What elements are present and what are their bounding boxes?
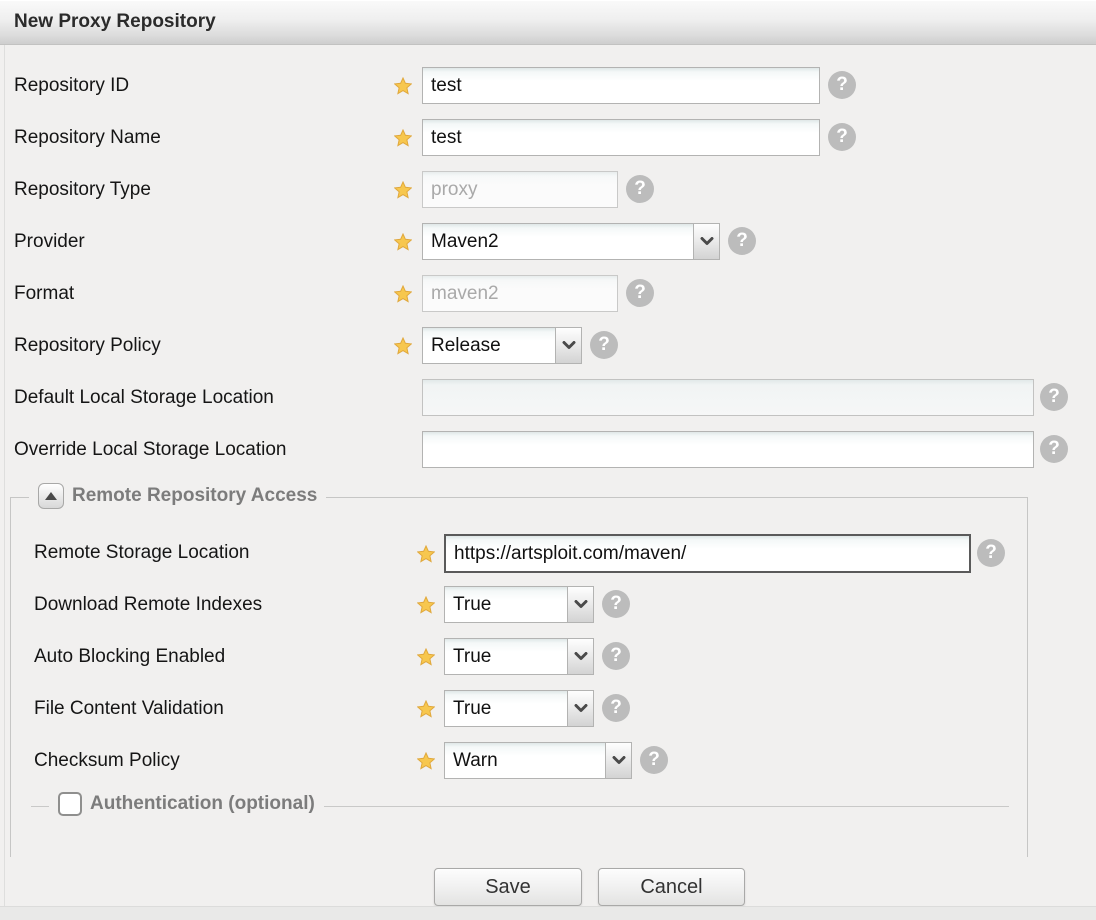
checksum-policy-help-icon[interactable]: ?: [640, 746, 668, 774]
chevron-down-icon[interactable]: [567, 639, 593, 674]
provider-selected-value: Maven2: [431, 231, 499, 252]
repository-policy-help-icon[interactable]: ?: [590, 331, 618, 359]
required-star-icon: [394, 181, 412, 199]
panel-bottom-edge: [0, 906, 1096, 920]
authentication-checkbox[interactable]: [58, 792, 82, 816]
repository-name-help-icon[interactable]: ?: [828, 123, 856, 151]
format-label: Format: [14, 283, 75, 304]
checksum-policy-label: Checksum Policy: [34, 750, 180, 771]
triangle-up-icon: [45, 492, 57, 500]
repository-name-label: Repository Name: [14, 127, 161, 148]
file-content-validation-select[interactable]: True: [444, 690, 594, 727]
override-local-storage-help-icon[interactable]: ?: [1040, 435, 1068, 463]
file-content-validation-label: File Content Validation: [34, 698, 224, 719]
panel-left-edge: [4, 45, 5, 920]
default-local-storage-help-icon[interactable]: ?: [1040, 383, 1068, 411]
chevron-down-icon[interactable]: [555, 328, 581, 363]
required-star-icon: [394, 77, 412, 95]
collapse-fieldset-button[interactable]: [38, 483, 64, 509]
panel-header: New Proxy Repository: [0, 0, 1096, 45]
required-star-icon: [394, 129, 412, 147]
auto-blocking-enabled-selected-value: True: [453, 646, 492, 667]
format-input: [422, 275, 618, 312]
chevron-down-icon[interactable]: [567, 691, 593, 726]
download-remote-indexes-label: Download Remote Indexes: [34, 594, 263, 615]
repository-policy-select[interactable]: Release: [422, 327, 582, 364]
remote-storage-label: Remote Storage Location: [34, 542, 250, 563]
repository-id-label: Repository ID: [14, 75, 130, 96]
save-button[interactable]: Save: [434, 868, 582, 906]
repository-type-label: Repository Type: [14, 179, 151, 200]
cancel-button[interactable]: Cancel: [598, 868, 745, 906]
repository-name-input[interactable]: [422, 119, 820, 156]
required-star-icon: [394, 233, 412, 251]
format-help-icon[interactable]: ?: [626, 279, 654, 307]
repository-policy-label: Repository Policy: [14, 335, 161, 356]
required-star-icon: [417, 700, 435, 718]
required-star-icon: [394, 285, 412, 303]
panel-title: New Proxy Repository: [14, 11, 216, 32]
provider-label: Provider: [14, 231, 85, 252]
repository-id-input[interactable]: [422, 67, 820, 104]
download-remote-indexes-selected-value: True: [453, 594, 492, 615]
authentication-legend: Authentication (optional): [49, 792, 324, 816]
repository-id-help-icon[interactable]: ?: [828, 71, 856, 99]
file-content-validation-selected-value: True: [453, 698, 492, 719]
remote-storage-help-icon[interactable]: ?: [977, 539, 1005, 567]
provider-select[interactable]: Maven2: [422, 223, 720, 260]
file-content-validation-help-icon[interactable]: ?: [602, 694, 630, 722]
required-star-icon: [417, 648, 435, 666]
download-remote-indexes-select[interactable]: True: [444, 586, 594, 623]
remote-repository-access-legend: Remote Repository Access: [29, 483, 327, 509]
checksum-policy-select[interactable]: Warn: [444, 742, 632, 779]
repository-policy-selected-value: Release: [431, 335, 501, 356]
authentication-title: Authentication (optional): [90, 793, 315, 814]
auto-blocking-enabled-label: Auto Blocking Enabled: [34, 646, 226, 667]
repository-type-help-icon[interactable]: ?: [626, 175, 654, 203]
checksum-policy-selected-value: Warn: [453, 750, 498, 771]
provider-help-icon[interactable]: ?: [728, 227, 756, 255]
auto-blocking-enabled-select[interactable]: True: [444, 638, 594, 675]
remote-repository-access-title: Remote Repository Access: [72, 485, 318, 506]
new-proxy-repository-panel: New Proxy Repository Repository ID ? Rep…: [0, 0, 1096, 920]
auto-blocking-enabled-help-icon[interactable]: ?: [602, 642, 630, 670]
override-local-storage-input[interactable]: [422, 431, 1034, 468]
remote-storage-input[interactable]: [444, 534, 971, 573]
chevron-down-icon[interactable]: [605, 743, 631, 778]
override-local-storage-label: Override Local Storage Location: [14, 439, 287, 460]
repository-type-input: [422, 171, 618, 208]
download-remote-indexes-help-icon[interactable]: ?: [602, 590, 630, 618]
required-star-icon: [417, 752, 435, 770]
default-local-storage-label: Default Local Storage Location: [14, 387, 274, 408]
required-star-icon: [417, 545, 435, 563]
default-local-storage-input[interactable]: [422, 379, 1034, 416]
required-star-icon: [417, 596, 435, 614]
required-star-icon: [394, 337, 412, 355]
chevron-down-icon[interactable]: [567, 587, 593, 622]
chevron-down-icon[interactable]: [693, 224, 719, 259]
